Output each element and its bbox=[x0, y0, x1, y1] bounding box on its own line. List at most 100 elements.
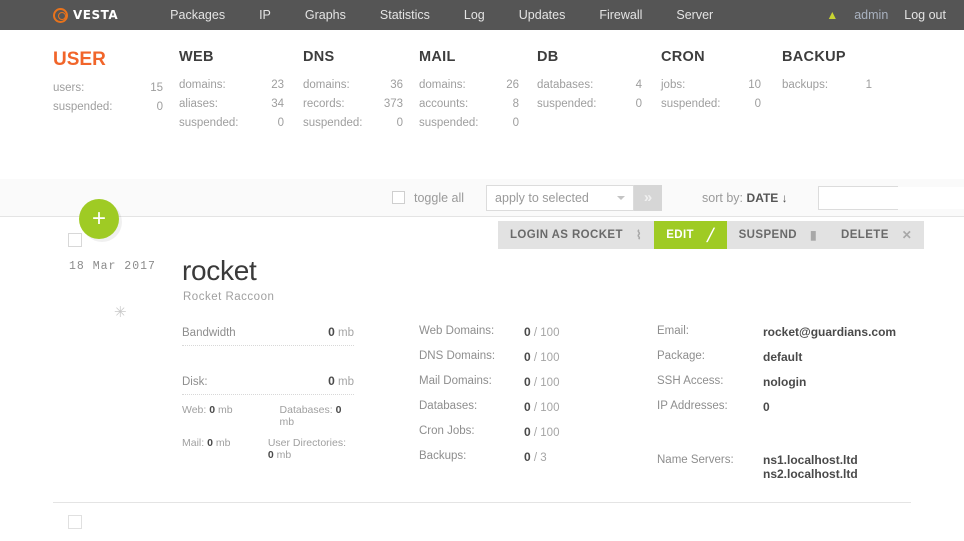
stat-group-db[interactable]: DB databases: 4 suspended: 0 bbox=[537, 49, 642, 117]
stat-group-web[interactable]: WEB domains: 23 aliases: 34 suspended: 0 bbox=[179, 49, 284, 136]
suspend-button[interactable]: SUSPEND ▮ bbox=[726, 221, 830, 249]
quota-row-dns-domains: DNS Domains: 0 / 100 bbox=[419, 350, 579, 364]
stat-label: accounts: bbox=[419, 98, 469, 110]
disk-breakdown-row-2: Mail: 0 mb User Directories: 0 mb bbox=[182, 437, 354, 461]
disk-mail-label: Mail: bbox=[182, 437, 205, 449]
detail-value-package: default bbox=[763, 350, 803, 364]
brand-label: VESTA bbox=[73, 8, 119, 22]
stat-title-backup: BACKUP bbox=[782, 49, 846, 65]
stat-row: accounts: 8 bbox=[419, 98, 519, 110]
apply-to-selected-select[interactable]: apply to selected bbox=[486, 184, 635, 211]
quota-row-cron-jobs: Cron Jobs: 0 / 100 bbox=[419, 425, 579, 439]
stat-row: suspended: 0 bbox=[53, 101, 163, 113]
quota-limit: / 100 bbox=[533, 377, 560, 389]
stat-row: suspended: 0 bbox=[537, 98, 642, 110]
row-select-checkbox[interactable] bbox=[68, 233, 82, 247]
stat-label: suspended: bbox=[53, 101, 113, 113]
sort-by-control[interactable]: sort by: DATE ↓ bbox=[702, 191, 788, 205]
chevron-down-icon bbox=[617, 195, 626, 200]
stat-row: records: 373 bbox=[303, 98, 403, 110]
nameserver-2: ns2.localhost.ltd bbox=[763, 466, 858, 481]
stat-value: 0 bbox=[512, 117, 519, 129]
stat-value: 36 bbox=[390, 79, 403, 91]
detail-value-ssh: nologin bbox=[763, 375, 807, 389]
stat-row: backups: 1 bbox=[782, 79, 872, 91]
delete-button[interactable]: DELETE ✕ bbox=[829, 221, 925, 249]
stat-value: 0 bbox=[754, 98, 761, 110]
detail-value-email: rocket@guardians.com bbox=[763, 325, 897, 339]
quota-used: 0 bbox=[524, 450, 531, 464]
quota-row-databases: Databases: 0 / 100 bbox=[419, 400, 579, 414]
stat-row: aliases: 34 bbox=[179, 98, 284, 110]
stat-title-db: DB bbox=[537, 49, 559, 65]
detail-row-nameservers: Name Servers: ns1.localhost.ltd ns2.loca… bbox=[657, 453, 947, 482]
disk-mail-unit: mb bbox=[215, 437, 231, 449]
stat-value: 15 bbox=[150, 82, 163, 94]
quota-label: Backups: bbox=[419, 450, 467, 462]
nav-logout-link[interactable]: Log out bbox=[904, 8, 946, 22]
nav-item-packages[interactable]: Packages bbox=[153, 8, 242, 22]
stat-group-mail[interactable]: MAIL domains: 26 accounts: 8 suspended: … bbox=[419, 49, 519, 136]
nav-item-log[interactable]: Log bbox=[447, 8, 502, 22]
stat-title-web: WEB bbox=[179, 49, 214, 65]
usage-block: Bandwidth 0 mb Disk: 0 mb Web: 0 mb Data… bbox=[182, 325, 354, 461]
top-navigation-bar: VESTA Packages IP Graphs Statistics Log … bbox=[0, 0, 964, 30]
nav-item-updates[interactable]: Updates bbox=[502, 8, 583, 22]
disk-userdirs-label: User Directories: bbox=[267, 437, 346, 449]
stat-title-user: USER bbox=[53, 49, 106, 70]
stat-value: 4 bbox=[635, 79, 642, 91]
stat-value: 23 bbox=[271, 79, 284, 91]
nav-item-ip[interactable]: IP bbox=[242, 8, 288, 22]
nav-item-firewall[interactable]: Firewall bbox=[582, 8, 659, 22]
stat-label: aliases: bbox=[179, 98, 218, 110]
stat-label: domains: bbox=[303, 79, 350, 91]
login-as-button[interactable]: LOGIN AS ROCKET ⌇ bbox=[498, 221, 655, 249]
user-name-heading[interactable]: rocket bbox=[182, 255, 257, 287]
stat-group-dns[interactable]: DNS domains: 36 records: 373 suspended: … bbox=[303, 49, 403, 136]
disk-web-unit: mb bbox=[218, 404, 233, 416]
stat-row: domains: 26 bbox=[419, 79, 519, 91]
edit-button[interactable]: EDIT ╱ bbox=[654, 221, 727, 249]
apply-go-button[interactable]: » bbox=[634, 184, 663, 211]
stat-row: suspended: 0 bbox=[303, 117, 403, 129]
quota-label: DNS Domains: bbox=[419, 350, 496, 362]
nav-item-graphs[interactable]: Graphs bbox=[288, 8, 363, 22]
quota-limit: / 100 bbox=[533, 402, 560, 414]
quota-limit: / 3 bbox=[533, 452, 547, 464]
bandwidth-unit: mb bbox=[338, 327, 354, 339]
stat-group-user[interactable]: USER users: 15 suspended: 0 bbox=[53, 49, 163, 120]
disk-userdirs-value: 0 bbox=[267, 449, 274, 461]
stat-row: suspended: 0 bbox=[661, 98, 761, 110]
notification-bell-icon[interactable]: ▲ bbox=[826, 9, 838, 21]
bandwidth-line: Bandwidth 0 mb bbox=[182, 325, 354, 346]
add-user-button[interactable]: + bbox=[79, 199, 119, 239]
stat-value: 373 bbox=[383, 98, 403, 110]
search-input[interactable] bbox=[818, 186, 964, 209]
detail-row-package: Package: default bbox=[657, 350, 947, 364]
details-column: Email: rocket@guardians.com Package: def… bbox=[657, 325, 947, 493]
quota-used: 0 bbox=[524, 375, 531, 389]
disk-label: Disk: bbox=[182, 376, 208, 388]
stat-value: 0 bbox=[396, 117, 403, 129]
disk-userdirs: User Directories: 0 mb bbox=[268, 437, 354, 461]
vesta-logo[interactable]: VESTA bbox=[53, 7, 119, 23]
disk-line: Disk: 0 mb bbox=[182, 374, 354, 395]
next-row-select-checkbox[interactable] bbox=[68, 515, 82, 529]
disk-userdirs-unit: mb bbox=[276, 449, 292, 461]
nav-user-admin[interactable]: admin bbox=[854, 8, 888, 22]
stat-row: domains: 23 bbox=[179, 79, 284, 91]
bandwidth-label: Bandwidth bbox=[182, 327, 236, 339]
toggle-all-checkbox[interactable] bbox=[392, 191, 405, 204]
stat-value: 1 bbox=[865, 79, 872, 91]
nav-item-statistics[interactable]: Statistics bbox=[363, 8, 447, 22]
delete-label: DELETE bbox=[841, 229, 889, 241]
stat-group-cron[interactable]: CRON jobs: 10 suspended: 0 bbox=[661, 49, 761, 117]
stat-group-backup[interactable]: BACKUP backups: 1 bbox=[782, 49, 872, 98]
quota-used: 0 bbox=[524, 400, 531, 414]
quota-row-backups: Backups: 0 / 3 bbox=[419, 450, 579, 464]
stat-label: suspended: bbox=[303, 117, 363, 129]
nav-item-server[interactable]: Server bbox=[659, 8, 730, 22]
nameserver-1: ns1.localhost.ltd bbox=[763, 453, 858, 467]
stat-label: domains: bbox=[419, 79, 466, 91]
star-icon[interactable]: ✳ bbox=[114, 305, 127, 320]
